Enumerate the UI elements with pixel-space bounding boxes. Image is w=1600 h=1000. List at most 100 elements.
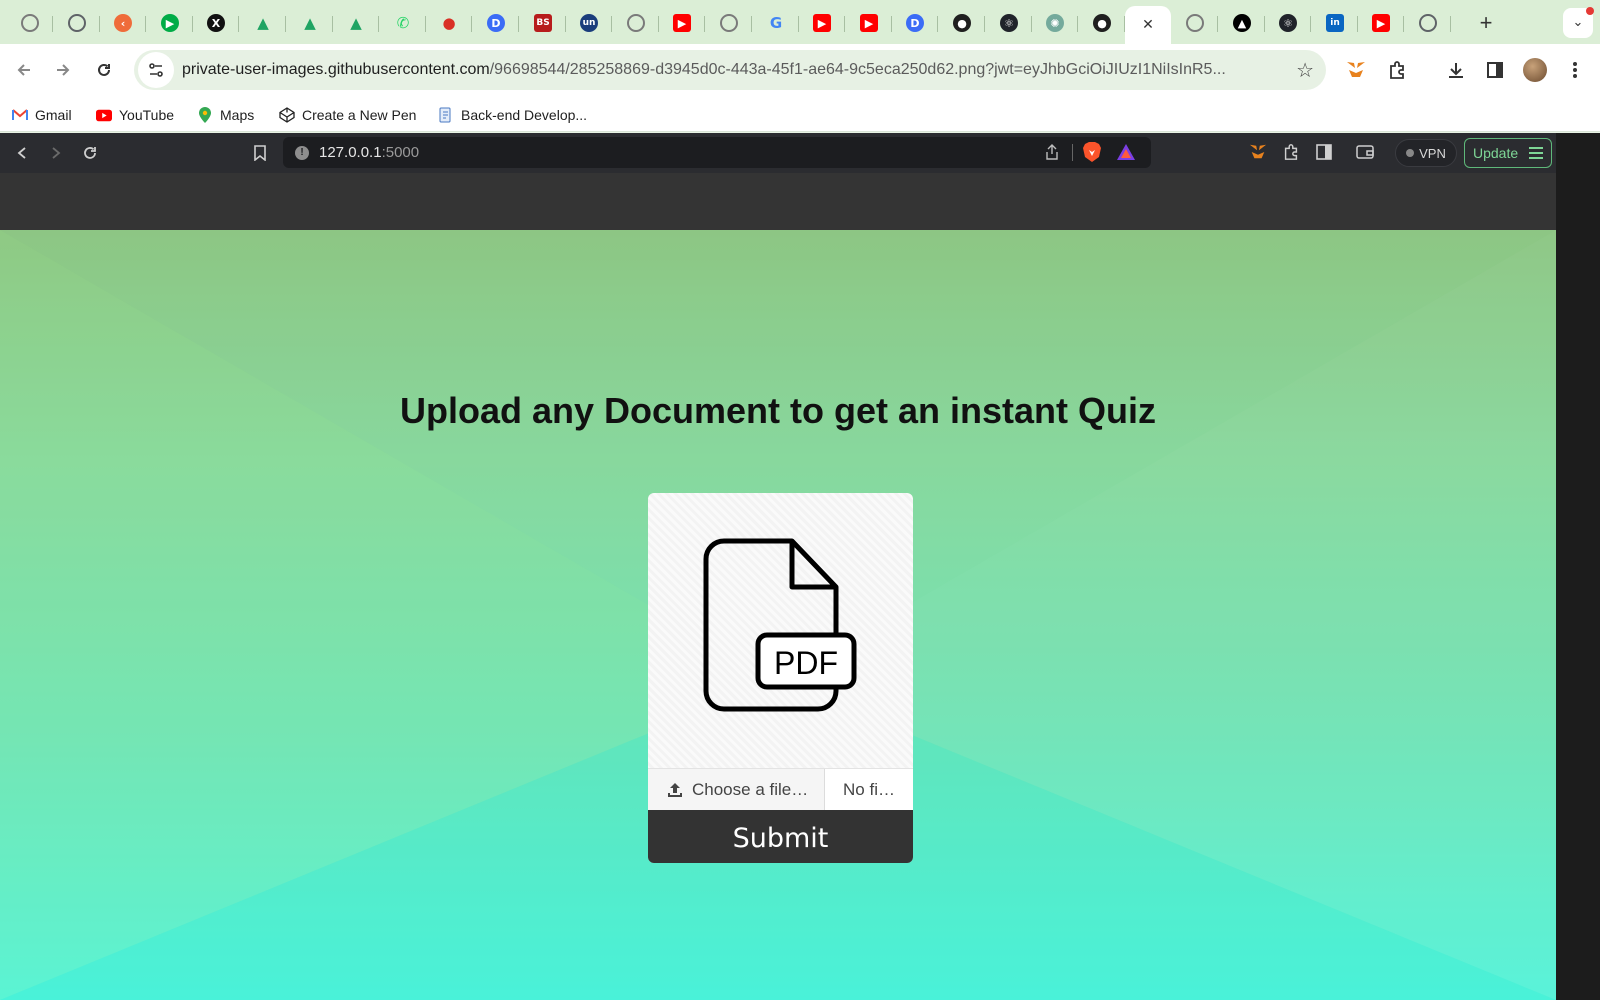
tab-search-button[interactable]: ⌄ [1563, 7, 1594, 38]
bookmark-create-new-pen[interactable]: Create a New Pen [279, 104, 416, 126]
address-bar[interactable]: private-user-images.githubusercontent.co… [134, 50, 1326, 90]
browser-tab[interactable] [1172, 6, 1218, 40]
browser-tab[interactable]: ⚛ [1265, 6, 1311, 40]
pdf-file-icon: PDF [703, 538, 857, 712]
browser-tab[interactable] [706, 6, 752, 40]
tab-separator [1310, 16, 1311, 32]
browser-tab[interactable]: ▶ [846, 6, 892, 40]
browser-tab[interactable] [7, 6, 53, 40]
browser-tab[interactable]: ‹ [100, 6, 146, 40]
browser-tab[interactable]: ▶ [147, 6, 193, 40]
github-icon: ● [953, 14, 971, 32]
browser-tab[interactable]: ▲ [240, 6, 286, 40]
google-drive-icon: ▲ [350, 13, 362, 32]
browser-menu-button[interactable] [1561, 56, 1589, 84]
browser-tab[interactable]: ▶ [799, 6, 845, 40]
triangle-icon: ▲ [1233, 14, 1251, 32]
bookmark-label: YouTube [119, 107, 175, 123]
tab-separator [145, 16, 146, 32]
metamask-extension-icon[interactable] [1342, 56, 1370, 84]
bookmark-maps[interactable]: Maps [197, 104, 254, 126]
site-settings-button[interactable] [138, 52, 174, 88]
new-tab-button[interactable]: + [1474, 12, 1498, 36]
brave-rewards-icon [1117, 144, 1135, 160]
divider [1072, 144, 1073, 161]
browser-tab[interactable]: ● [939, 6, 985, 40]
browser-tab[interactable]: ▲ [1219, 6, 1265, 40]
back-button[interactable] [10, 56, 38, 84]
reload-button[interactable] [90, 56, 118, 84]
browser-tab[interactable]: G [753, 6, 799, 40]
chevron-down-icon: ⌄ [1572, 14, 1584, 29]
side-panel-button[interactable] [1481, 56, 1509, 84]
avatar [1523, 58, 1547, 82]
submit-button[interactable]: Submit [648, 810, 913, 863]
tab-strip: + ⌄ ‹ ▶ X ▲ ▲ ▲ ✆ ● D BS un ▶ G ▶ ▶ D ● ⚛ ✺ ● ✕ ▲ ⚛ in ▶ [0, 0, 1600, 44]
wallet-icon [1356, 145, 1374, 159]
update-button: Update [1464, 138, 1552, 168]
close-icon[interactable]: ✕ [1139, 16, 1157, 34]
tab-separator [751, 16, 752, 32]
tab-separator [937, 16, 938, 32]
downloads-button[interactable] [1442, 56, 1470, 84]
bookmarks-bar: Gmail YouTube Maps Create a New Pen Back… [0, 96, 1600, 132]
bookmark-label: Create a New Pen [302, 107, 417, 123]
arrow-left-icon [17, 64, 30, 76]
bookmark-gmail[interactable]: Gmail [12, 104, 72, 126]
forward-button[interactable] [49, 56, 77, 84]
browser-tab[interactable]: ▶ [659, 6, 705, 40]
file-input[interactable]: Choose a file… No fi… [648, 768, 913, 811]
browser-tab[interactable]: D [892, 6, 938, 40]
browser-tab[interactable]: in [1312, 6, 1358, 40]
choose-file-button[interactable]: Choose a file… [648, 769, 825, 811]
browser-tab[interactable]: un [566, 6, 612, 40]
google-icon: G [769, 13, 783, 32]
globe-icon [21, 14, 39, 32]
vpn-label: VPN [1419, 145, 1446, 161]
x-icon: X [207, 14, 225, 32]
maps-icon [197, 107, 213, 123]
bookmark-star-icon[interactable]: ☆ [1296, 58, 1314, 83]
tab-separator [1403, 16, 1404, 32]
inner-back-icon [11, 142, 33, 164]
browser-tab[interactable] [1405, 6, 1451, 40]
reload-icon [98, 63, 110, 76]
codepen-icon [279, 107, 295, 123]
browser-tab[interactable]: ✺ [1032, 6, 1078, 40]
vpn-status-dot [1406, 149, 1415, 157]
browser-tab[interactable] [54, 6, 100, 40]
tab-separator [471, 16, 472, 32]
browser-tab[interactable]: BS [520, 6, 566, 40]
browser-tab[interactable]: ✆ [380, 6, 426, 40]
bookmark-label: Back-end Develop... [461, 107, 588, 123]
url-path: /96698544/285258869-d3945d0c-443a-45f1-a… [489, 61, 1226, 78]
extensions-button[interactable] [1383, 56, 1411, 84]
browser-tab[interactable]: ▲ [287, 6, 333, 40]
browser-tab[interactable]: ▶ [1358, 6, 1404, 40]
update-label: Update [1473, 145, 1519, 161]
youtube-icon: ▶ [1372, 14, 1390, 32]
browser-tab[interactable]: ● [1079, 6, 1125, 40]
browser-tab[interactable]: D [473, 6, 519, 40]
bookmark-back-end-develop[interactable]: Back-end Develop... [438, 104, 587, 126]
profile-avatar[interactable] [1521, 56, 1549, 84]
react-icon: ⚛ [1279, 14, 1297, 32]
browser-tab[interactable]: ✕ [1125, 6, 1171, 44]
url-host: private-user-images.githubusercontent.co… [182, 61, 490, 78]
browser-tab[interactable]: ⚛ [986, 6, 1032, 40]
inner-forward-icon [45, 142, 67, 164]
browser-tab[interactable]: X [193, 6, 239, 40]
browser-tab[interactable]: ▲ [333, 6, 379, 40]
un-icon: un [580, 14, 598, 32]
tab-separator [238, 16, 239, 32]
tab-separator [984, 16, 985, 32]
codepen-orange-icon: ‹ [114, 14, 132, 32]
chrome-icon [68, 14, 86, 32]
browser-tab[interactable] [613, 6, 659, 40]
react-icon: ⚛ [1000, 14, 1018, 32]
page-viewport: ! 127.0.0.1:5000 VPN Update Upload any D… [0, 133, 1600, 1000]
vpn-button: VPN [1395, 139, 1457, 167]
record-icon: ● [442, 13, 456, 32]
browser-tab[interactable]: ● [426, 6, 472, 40]
bookmark-youtube[interactable]: YouTube [96, 104, 174, 126]
